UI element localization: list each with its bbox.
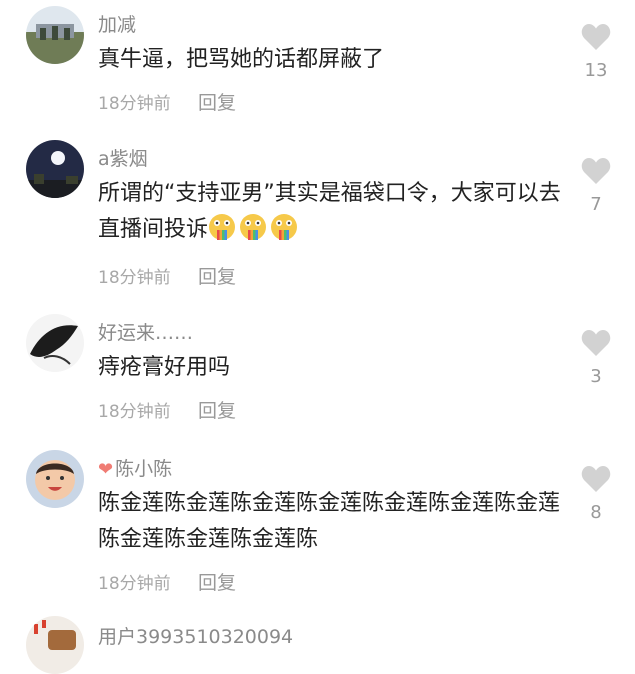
comment-text: 所谓的“支持亚男”其实是福袋口令，大家可以去直播间投诉 <box>98 176 568 248</box>
comment-text: 陈金莲陈金莲陈金莲陈金莲陈金莲陈金莲陈金莲陈金莲陈金莲陈金莲陈 <box>98 491 561 552</box>
reply-button[interactable]: 回复 <box>198 266 236 288</box>
comment-username[interactable]: 用户3993510320094 <box>98 622 293 649</box>
heart-badge-icon: ❤ <box>98 459 114 480</box>
comment-meta: 18分钟前 回复 <box>98 262 236 289</box>
comment-username[interactable]: ❤ 陈小陈 <box>98 454 172 481</box>
comment-text-body: 所谓的“支持亚男”其实是福袋口令，大家可以去直播间投诉 <box>98 181 561 242</box>
comment-username[interactable]: 加减 <box>98 10 136 37</box>
reply-button[interactable]: 回复 <box>198 572 236 594</box>
comment-time: 18分钟前 <box>98 402 171 422</box>
avatar[interactable] <box>26 450 84 508</box>
heart-icon <box>581 158 611 184</box>
rainbow-vomit-emoji <box>271 214 298 240</box>
comment-meta: 18分钟前 回复 <box>98 396 236 423</box>
reply-button[interactable]: 回复 <box>198 92 236 114</box>
comment-text: 真牛逼，把骂她的话都屏蔽了 <box>98 47 385 72</box>
rainbow-vomit-emoji <box>240 214 267 240</box>
heart-icon <box>581 24 611 50</box>
comment-meta: 18分钟前 回复 <box>98 568 236 595</box>
like-button[interactable]: 3 <box>578 328 614 387</box>
comment-username[interactable]: a紫烟 <box>98 144 148 171</box>
comment-text: 痔疮膏好用吗 <box>98 355 231 380</box>
heart-icon <box>581 330 611 356</box>
comment-username-label: 陈小陈 <box>115 458 173 480</box>
like-count: 7 <box>590 194 602 215</box>
comment-time: 18分钟前 <box>98 94 171 114</box>
heart-icon <box>581 466 611 492</box>
avatar[interactable] <box>26 6 84 64</box>
comment-username[interactable]: 好运来…… <box>98 318 193 345</box>
like-count: 8 <box>590 502 602 523</box>
avatar[interactable] <box>26 314 84 372</box>
comment-time: 18分钟前 <box>98 268 171 288</box>
like-button[interactable]: 13 <box>578 22 614 81</box>
comment-meta: 18分钟前 回复 <box>98 88 236 115</box>
like-count: 3 <box>590 366 602 387</box>
rainbow-vomit-emoji <box>209 214 236 240</box>
comment-time: 18分钟前 <box>98 574 171 594</box>
avatar[interactable] <box>26 140 84 198</box>
like-button[interactable]: 7 <box>578 156 614 215</box>
like-button[interactable]: 8 <box>578 464 614 523</box>
avatar[interactable] <box>26 616 84 674</box>
like-count: 13 <box>584 60 608 81</box>
reply-button[interactable]: 回复 <box>198 400 236 422</box>
